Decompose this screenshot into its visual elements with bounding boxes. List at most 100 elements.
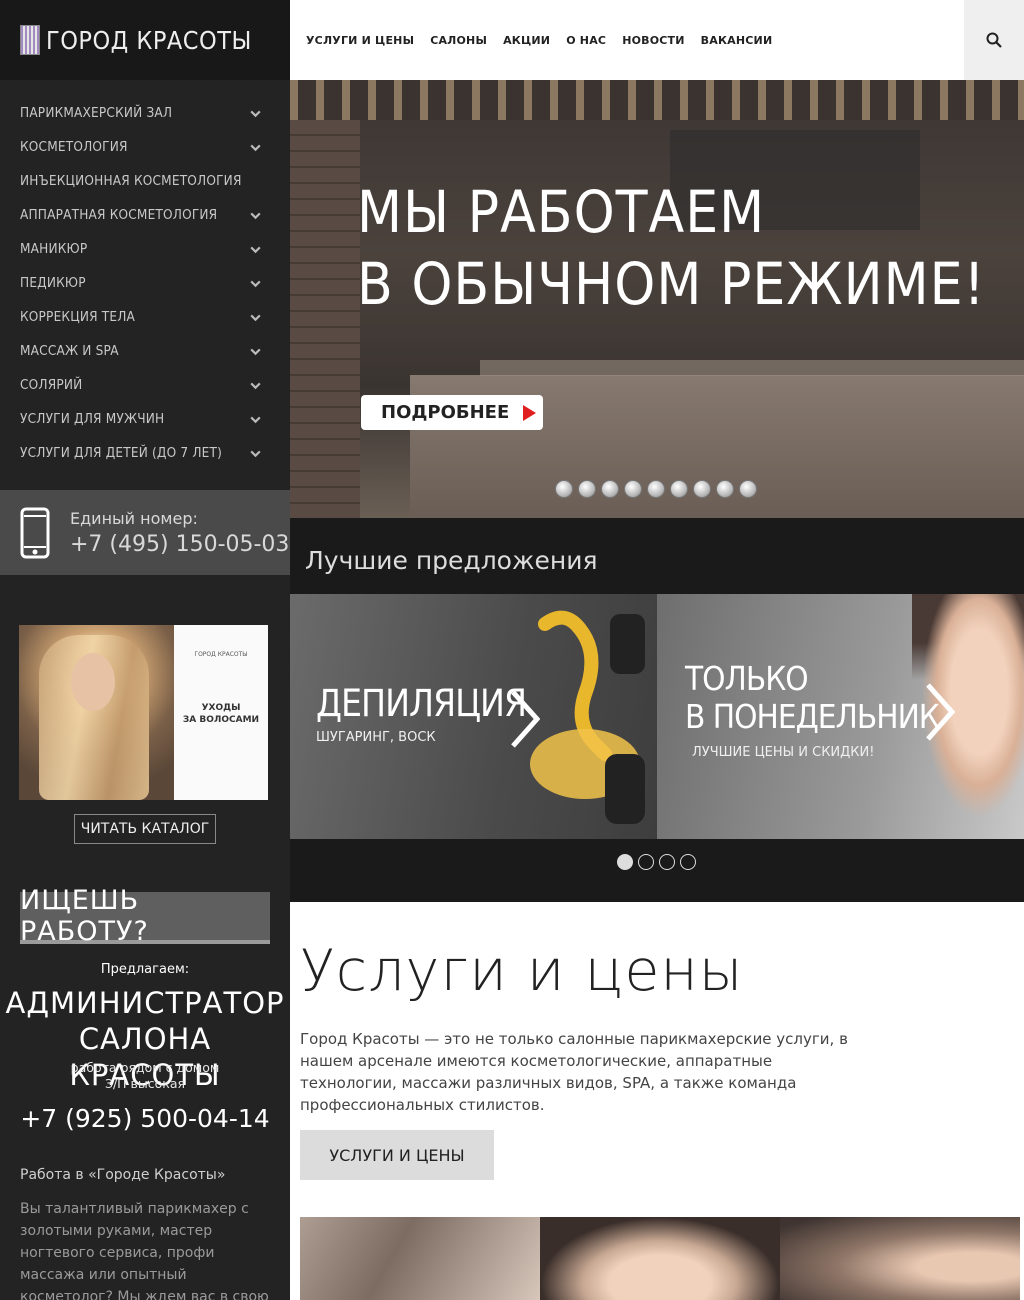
sidebar-menu-label: УСЛУГИ ДЛЯ ДЕТЕЙ (ДО 7 ЛЕТ): [20, 445, 223, 461]
sidebar-menu-label: КОРРЕКЦИЯ ТЕЛА: [20, 309, 136, 325]
offers-page-dot[interactable]: [659, 854, 675, 870]
hero-title-line1: МЫ РАБОТАЕМ: [357, 178, 766, 246]
work-title[interactable]: Работа в «Городе Красоты»: [20, 1167, 225, 1183]
chevron-down-icon[interactable]: [249, 447, 262, 460]
search-button[interactable]: [964, 0, 1024, 80]
best-offers: Лучшие предложения ДЕПИЛЯЦИЯ ШУГАРИНГ, В…: [290, 518, 1024, 902]
offer-card-depilation[interactable]: ДЕПИЛЯЦИЯ ШУГАРИНГ, ВОСК: [290, 594, 657, 839]
services-title: Услуги и цены: [300, 938, 744, 1004]
offer-card-monday[interactable]: ТОЛЬКО В ПОНЕДЕЛЬНИК ЛУЧШИЕ ЦЕНЫ И СКИДК…: [657, 594, 1024, 839]
job-sub-line2: З/П высокая: [104, 1076, 186, 1091]
sidebar-menu-label: МАССАЖ И SPA: [20, 343, 119, 359]
phone-number[interactable]: +7 (495) 150-05-03: [70, 532, 289, 557]
sidebar-menu-item[interactable]: АППАРАТНАЯ КОСМЕТОЛОГИЯ: [0, 198, 290, 232]
catalog-logo: ГОРОД КРАСОТЫ: [194, 651, 248, 658]
sidebar-menu-item[interactable]: КОСМЕТОЛОГИЯ: [0, 130, 290, 164]
sidebar-menu-label: КОСМЕТОЛОГИЯ: [20, 139, 128, 155]
sidebar-menu-item[interactable]: МАНИКЮР: [0, 232, 290, 266]
catalog-title-line2: ЗА ВОЛОСАМИ: [182, 715, 260, 725]
hero-more-button[interactable]: ПОДРОБНЕЕ: [361, 395, 543, 430]
phone-label: Единый номер:: [70, 508, 198, 528]
offers-pagination: [617, 854, 701, 870]
nav-link[interactable]: О НАС: [566, 34, 606, 47]
read-catalog-button[interactable]: ЧИТАТЬ КАТАЛОГ: [74, 814, 216, 844]
sidebar-menu-label: ПАРИКМАХЕРСКИЙ ЗАЛ: [20, 105, 173, 121]
sidebar-menu-label: АППАРАТНАЯ КОСМЕТОЛОГИЯ: [20, 207, 218, 223]
chevron-right-icon: [926, 683, 955, 741]
chevron-down-icon[interactable]: [249, 107, 262, 120]
nav-link[interactable]: НОВОСТИ: [622, 34, 684, 47]
offers-page-dot[interactable]: [638, 854, 654, 870]
services-button[interactable]: УСЛУГИ И ЦЕНЫ: [300, 1130, 494, 1180]
hero-slide-dot[interactable]: [739, 480, 757, 498]
hero-title: МЫ РАБОТАЕМ В ОБЫЧНОМ РЕЖИМЕ!: [357, 176, 986, 320]
service-thumb-manicure[interactable]: [300, 1217, 540, 1300]
offers-page-dot[interactable]: [680, 854, 696, 870]
logo-text: ГОРОД КРАСОТЫ: [46, 25, 252, 55]
logo-mark-icon: [20, 25, 40, 55]
search-icon: [986, 32, 1002, 48]
hero-slide-dot[interactable]: [693, 480, 711, 498]
chevron-down-icon[interactable]: [249, 413, 262, 426]
chevron-down-icon[interactable]: [249, 141, 262, 154]
job-offer-label: Предлагаем:: [100, 962, 190, 977]
job-heading: ИЩЕШЬ РАБОТУ?: [20, 885, 270, 947]
chevron-down-icon[interactable]: [249, 379, 262, 392]
page: ГОРОД КРАСОТЫ ПАРИКМАХЕРСКИЙ ЗАЛ КОСМЕТОЛ…: [0, 0, 1024, 1300]
top-nav: УСЛУГИ И ЦЕНЫ САЛОНЫ АКЦИИ О НАС НОВОСТИ ВАКА…: [290, 0, 1024, 80]
job-phone[interactable]: +7 (925) 500-04-14: [0, 1104, 290, 1133]
sidebar-menu-item[interactable]: КОРРЕКЦИЯ ТЕЛА: [0, 300, 290, 334]
hero-slide-dot[interactable]: [624, 480, 642, 498]
sidebar-menu-label: МАНИКЮР: [20, 241, 88, 257]
chevron-down-icon[interactable]: [249, 277, 262, 290]
sidebar-menu-label: СОЛЯРИЙ: [20, 377, 83, 393]
chevron-right-icon: [511, 690, 540, 748]
sidebar-menu-item[interactable]: ПЕДИКЮР: [0, 266, 290, 300]
hero-slide-dot[interactable]: [647, 480, 665, 498]
sidebar: ГОРОД КРАСОТЫ ПАРИКМАХЕРСКИЙ ЗАЛ КОСМЕТОЛ…: [0, 0, 290, 1300]
offer1-subtitle: ШУГАРИНГ, ВОСК: [316, 730, 436, 745]
hero-pagination: [555, 480, 762, 498]
service-thumb-injection[interactable]: [780, 1217, 1020, 1300]
job-offer-line1: АДМИНИСТРАТОР: [5, 986, 285, 1020]
sidebar-menu-label: ИНЪЕКЦИОННАЯ КОСМЕТОЛОГИЯ: [20, 173, 242, 189]
chevron-down-icon[interactable]: [249, 209, 262, 222]
nav-link[interactable]: УСЛУГИ И ЦЕНЫ: [306, 34, 414, 47]
sidebar-menu: ПАРИКМАХЕРСКИЙ ЗАЛ КОСМЕТОЛОГИЯ ИНЪЕКЦИОНН…: [0, 80, 290, 470]
hero-slide-dot[interactable]: [716, 480, 734, 498]
work-text: Вы талантливый парикмахер с золотыми рук…: [20, 1201, 269, 1300]
sidebar-menu-label: УСЛУГИ ДЛЯ МУЖЧИН: [20, 411, 165, 427]
service-thumb-face[interactable]: [540, 1217, 780, 1300]
job-banner[interactable]: ИЩЕШЬ РАБОТУ?: [20, 885, 270, 947]
offers-title: Лучшие предложения: [305, 546, 598, 575]
sidebar-menu-item[interactable]: МАССАЖ И SPA: [0, 334, 290, 368]
play-arrow-icon: [523, 404, 537, 421]
catalog-title-line1: УХОДЫ: [201, 703, 241, 713]
nav-link[interactable]: АКЦИИ: [503, 34, 550, 47]
sidebar-menu-item[interactable]: УСЛУГИ ДЛЯ МУЖЧИН: [0, 402, 290, 436]
hero-slide-dot[interactable]: [601, 480, 619, 498]
nav-link[interactable]: ВАКАНСИИ: [701, 34, 773, 47]
logo[interactable]: ГОРОД КРАСОТЫ: [0, 0, 290, 80]
chevron-down-icon[interactable]: [249, 243, 262, 256]
sidebar-menu-item[interactable]: СОЛЯРИЙ: [0, 368, 290, 402]
hero-slide-dot[interactable]: [578, 480, 596, 498]
hero-more-label: ПОДРОБНЕЕ: [381, 402, 510, 423]
offer2-title-line1: ТОЛЬКО: [685, 659, 809, 698]
offer1-title: ДЕПИЛЯЦИЯ: [316, 682, 527, 725]
offer2-title-line2: В ПОНЕДЕЛЬНИК: [685, 697, 940, 736]
hero-slide-dot[interactable]: [670, 480, 688, 498]
nav-link[interactable]: САЛОНЫ: [430, 34, 487, 47]
sidebar-menu-item[interactable]: УСЛУГИ ДЛЯ ДЕТЕЙ (ДО 7 ЛЕТ): [0, 436, 290, 470]
chevron-down-icon[interactable]: [249, 311, 262, 324]
catalog-photo: [19, 625, 174, 800]
chevron-down-icon[interactable]: [249, 345, 262, 358]
phone-box[interactable]: Единый номер: +7 (495) 150-05-03: [0, 490, 290, 575]
sidebar-menu-item[interactable]: ПАРИКМАХЕРСКИЙ ЗАЛ: [0, 96, 290, 130]
hero-slider: МЫ РАБОТАЕМ В ОБЫЧНОМ РЕЖИМЕ! ПОДРОБНЕЕ: [290, 80, 1024, 518]
offers-page-dot[interactable]: [617, 854, 633, 870]
services-text: Город Красоты — это не только салонные п…: [300, 1030, 848, 1114]
hero-slide-dot[interactable]: [555, 480, 573, 498]
catalog-cover-image[interactable]: ГОРОД КРАСОТЫ УХОДЫ ЗА ВОЛОСАМИ: [19, 625, 268, 800]
sidebar-menu-item[interactable]: ИНЪЕКЦИОННАЯ КОСМЕТОЛОГИЯ: [0, 164, 290, 198]
